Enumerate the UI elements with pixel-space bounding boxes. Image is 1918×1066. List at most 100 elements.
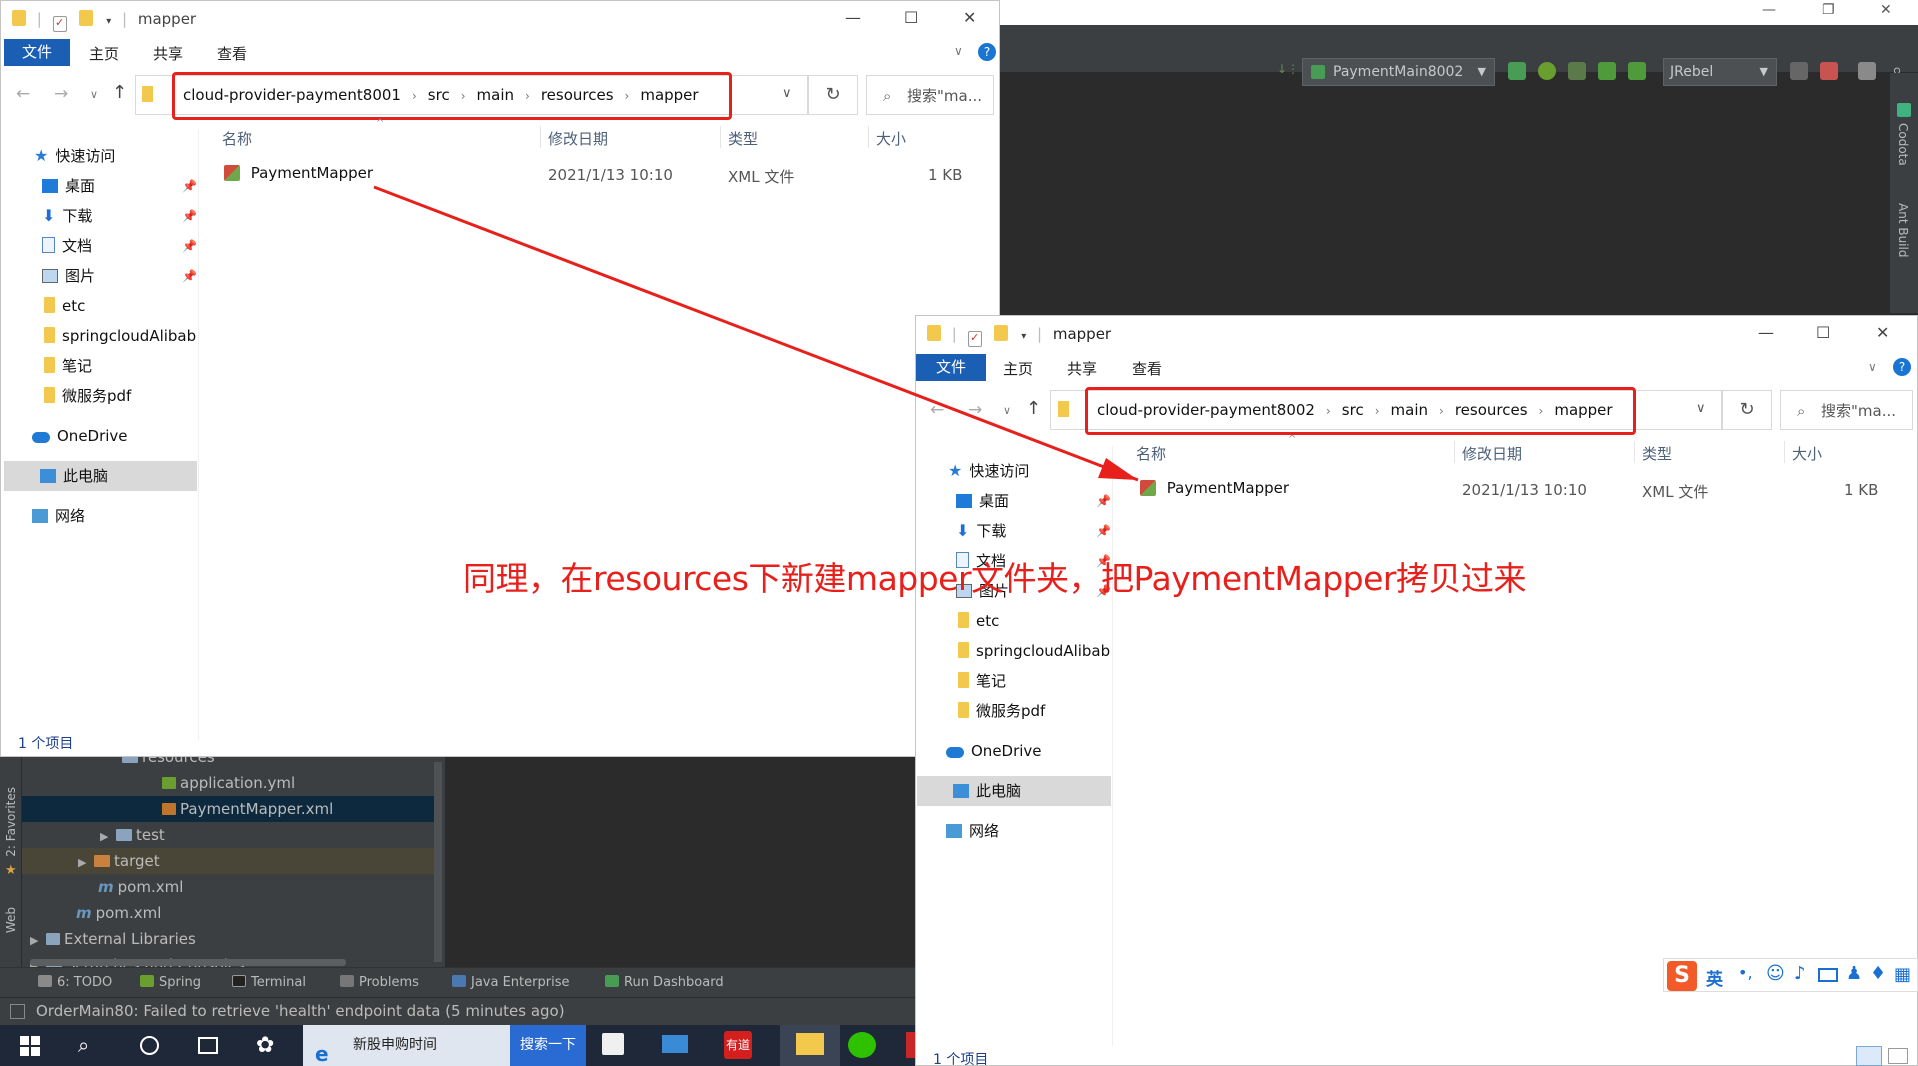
address-dropdown-icon[interactable]: ∨ xyxy=(1696,401,1706,416)
close-icon[interactable]: ✕ xyxy=(1876,323,1889,342)
skin-icon[interactable]: ♦ xyxy=(1870,963,1886,984)
up-icon[interactable]: ↑ xyxy=(112,82,127,103)
taskbar-active-item[interactable] xyxy=(780,1025,840,1066)
maximize-icon[interactable]: ☐ xyxy=(904,8,918,27)
column-header-name[interactable]: 名称 xyxy=(1136,443,1166,464)
cortana-icon[interactable] xyxy=(140,1036,159,1055)
web-tab[interactable]: Web xyxy=(4,907,18,933)
breadcrumb-item[interactable]: resources xyxy=(541,86,614,104)
emoji-icon[interactable]: ☺ xyxy=(1766,963,1785,984)
ide-minimize-icon[interactable]: — xyxy=(1762,2,1776,18)
file-row[interactable]: PaymentMapper xyxy=(224,164,373,182)
breadcrumb-item[interactable]: src xyxy=(428,86,450,104)
up-icon[interactable]: ↑ xyxy=(1026,398,1041,419)
breadcrumb-item[interactable]: main xyxy=(1391,401,1428,419)
expand-arrow-icon[interactable]: ▶ xyxy=(30,928,46,954)
back-icon[interactable]: ← xyxy=(16,84,30,104)
nav-this-pc[interactable]: 此电脑 xyxy=(4,461,197,491)
taskbar-search-button[interactable]: 搜索一下 xyxy=(510,1025,586,1066)
nav-network[interactable]: 网络 xyxy=(946,816,999,846)
help-icon[interactable]: ? xyxy=(978,43,996,61)
recent-locations-icon[interactable]: ∨ xyxy=(90,88,98,101)
column-divider[interactable] xyxy=(720,126,721,148)
large-icons-view-icon[interactable] xyxy=(1888,1048,1908,1064)
refresh-icon[interactable]: ↻ xyxy=(1722,390,1772,430)
nav-item-documents[interactable]: 文档 📌 xyxy=(42,231,197,261)
tab-share[interactable]: 共享 xyxy=(1067,358,1097,379)
column-header-name[interactable]: 名称 xyxy=(222,128,252,149)
keyboard-icon[interactable] xyxy=(1818,968,1838,982)
search-input[interactable]: ⌕ 搜索"ma... xyxy=(866,75,994,115)
tab-home[interactable]: 主页 xyxy=(89,43,119,64)
customize-qa-icon[interactable]: ▾ xyxy=(106,16,111,27)
coverage-icon[interactable] xyxy=(1568,62,1586,80)
forward-icon[interactable]: → xyxy=(968,400,982,420)
nav-quick-access[interactable]: ★ 快速访问 xyxy=(34,141,115,171)
nav-item-folder[interactable]: 笔记 xyxy=(958,666,1006,696)
customize-qa-icon[interactable]: ▾ xyxy=(1021,331,1026,342)
column-divider[interactable] xyxy=(540,126,541,148)
column-divider[interactable] xyxy=(1454,441,1455,463)
nav-item-folder[interactable]: 微服务pdf xyxy=(958,696,1045,726)
recent-locations-icon[interactable]: ∨ xyxy=(1003,404,1011,417)
column-divider[interactable] xyxy=(1784,441,1785,463)
debug-icon[interactable] xyxy=(1538,62,1556,80)
breadcrumb-item[interactable]: resources xyxy=(1455,401,1528,419)
nav-item-folder[interactable]: springcloudAlibab xyxy=(958,636,1111,666)
details-view-icon[interactable] xyxy=(1856,1046,1882,1066)
terminal-tab[interactable]: Terminal xyxy=(232,975,306,990)
grid-icon[interactable]: ▦ xyxy=(1894,964,1911,985)
favorites-tab[interactable]: 2: Favorites xyxy=(4,787,18,857)
search-input[interactable]: ⌕ 搜索"ma... xyxy=(1780,390,1913,430)
horizontal-scrollbar[interactable] xyxy=(30,959,346,966)
tab-view[interactable]: 查看 xyxy=(217,43,247,64)
windows-start-icon[interactable] xyxy=(20,1036,40,1056)
tab-view[interactable]: 查看 xyxy=(1132,358,1162,379)
ribbon-file-tab[interactable]: 文件 xyxy=(4,39,70,66)
tree-row[interactable]: ▶ target xyxy=(22,848,442,874)
problems-tab[interactable]: Problems xyxy=(340,975,419,990)
breadcrumb-item[interactable]: cloud-provider-payment8001 xyxy=(183,86,401,104)
microphone-icon[interactable]: ♪ xyxy=(1794,963,1806,984)
tree-row[interactable]: PaymentMapper.xml xyxy=(22,796,442,822)
ide-close-icon[interactable]: ✕ xyxy=(1880,2,1892,18)
app-icon[interactable]: ✿ xyxy=(256,1033,274,1058)
store-icon[interactable] xyxy=(602,1033,624,1055)
column-divider[interactable] xyxy=(868,126,869,148)
nav-item-folder[interactable]: 微服务pdf xyxy=(44,381,131,411)
punctuation-icon[interactable]: •, xyxy=(1738,963,1753,982)
nav-item-desktop[interactable]: 桌面 📌 xyxy=(42,171,197,201)
rerun-icon[interactable] xyxy=(1508,62,1526,80)
todo-tab[interactable]: 6: TODO xyxy=(38,975,112,990)
nav-item-downloads[interactable]: ⬇ 下载 📌 xyxy=(956,516,1111,546)
maximize-icon[interactable]: ☐ xyxy=(1816,323,1830,342)
nav-onedrive[interactable]: OneDrive xyxy=(946,736,1042,766)
nav-item-folder[interactable]: springcloudAlibab xyxy=(44,321,197,351)
new-folder-icon[interactable] xyxy=(79,10,94,26)
task-view-icon[interactable] xyxy=(198,1037,218,1054)
ant-build-tab[interactable]: Ant Build xyxy=(1896,203,1910,257)
properties-icon[interactable]: ✓ xyxy=(52,16,67,32)
help-icon[interactable]: ? xyxy=(1893,358,1911,376)
ribbon-file-tab[interactable]: 文件 xyxy=(916,354,986,381)
expand-ribbon-icon[interactable]: ∨ xyxy=(1868,360,1877,374)
nav-item-downloads[interactable]: ⬇ 下载 📌 xyxy=(42,201,197,231)
back-icon[interactable]: ← xyxy=(930,400,944,420)
spring-tab[interactable]: Spring xyxy=(140,975,201,990)
run-dashboard-tab[interactable]: Run Dashboard xyxy=(605,975,724,990)
tab-share[interactable]: 共享 xyxy=(153,43,183,64)
nav-item-folder[interactable]: 笔记 xyxy=(44,351,92,381)
expand-arrow-icon[interactable]: ▶ xyxy=(100,824,116,850)
tree-row[interactable]: m pom.xml xyxy=(22,874,442,900)
run-config-select[interactable]: PaymentMain8002 ▼ xyxy=(1302,58,1495,86)
tree-row[interactable]: m pom.xml xyxy=(22,900,442,926)
ide-restore-icon[interactable]: ❐ xyxy=(1822,2,1835,18)
address-dropdown-icon[interactable]: ∨ xyxy=(782,86,792,101)
app-icon[interactable] xyxy=(906,1032,915,1058)
properties-icon[interactable]: ✓ xyxy=(967,331,982,347)
taskbar-search-box[interactable]: e 新股申购时间 xyxy=(303,1025,510,1066)
project-structure-icon[interactable] xyxy=(1858,62,1876,80)
file-row[interactable]: PaymentMapper xyxy=(1140,479,1289,497)
column-header-type[interactable]: 类型 xyxy=(1642,443,1672,464)
refresh-icon[interactable]: ↻ xyxy=(808,75,858,115)
